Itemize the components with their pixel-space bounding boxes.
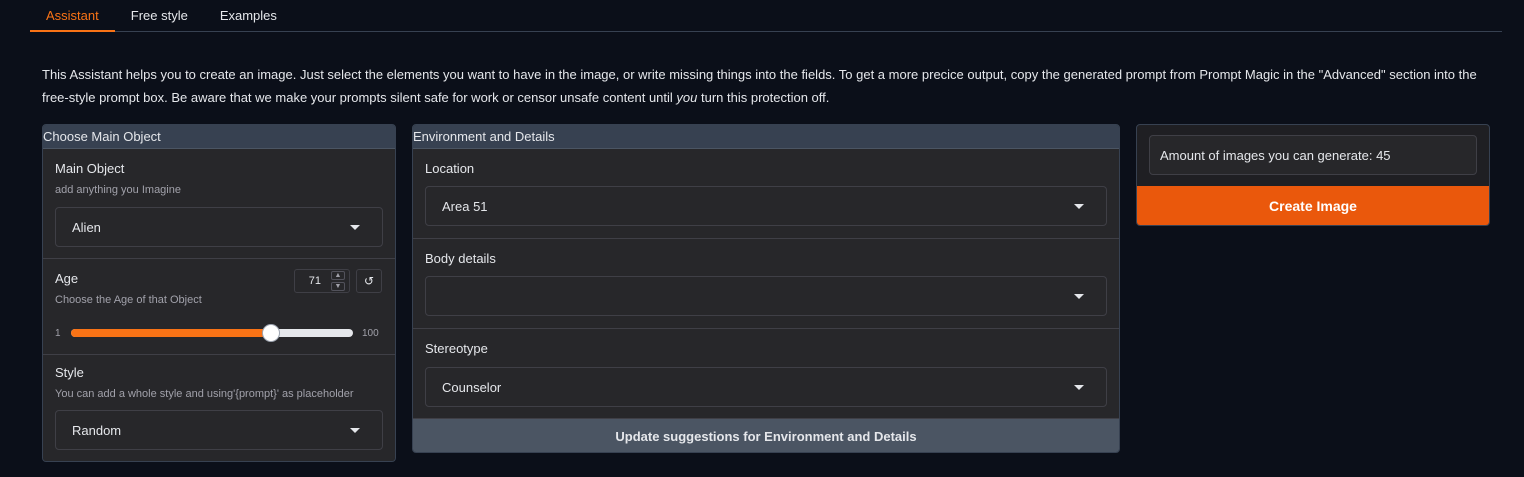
- tab-bar: Assistant Free style Examples: [30, 0, 1502, 32]
- style-value: Random: [72, 422, 122, 438]
- description-text-end: turn this protection off.: [697, 90, 830, 105]
- app-page: Assistant Free style Examples This Assis…: [0, 0, 1524, 477]
- main-object-info: add anything you Imagine: [55, 184, 181, 196]
- style-dropdown[interactable]: Random: [55, 410, 383, 450]
- age-slider-fill: [71, 329, 272, 337]
- body-details-dropdown[interactable]: [425, 276, 1107, 316]
- location-dropdown[interactable]: Area 51: [425, 186, 1107, 226]
- body-details-label: Body details: [425, 251, 496, 266]
- age-value: 71: [308, 275, 321, 287]
- age-label: Age: [55, 271, 79, 286]
- description-emphasis: you: [676, 90, 698, 105]
- main-object-panel: Choose Main Object Main Object add anyth…: [42, 124, 396, 462]
- age-slider[interactable]: [71, 324, 353, 342]
- style-info: You can add a whole style and using'{pro…: [55, 388, 354, 400]
- style-block: Style You can add a whole style and usin…: [43, 355, 395, 461]
- stereotype-label: Stereotype: [425, 341, 488, 356]
- create-image-button[interactable]: Create Image: [1137, 186, 1489, 225]
- chevron-down-icon: [350, 225, 360, 230]
- images-remaining-field: Amount of images you can generate: 45: [1149, 135, 1477, 175]
- age-slider-min: 1: [55, 328, 61, 339]
- main-object-dropdown[interactable]: Alien: [55, 207, 383, 247]
- caret-up-icon[interactable]: ▲: [331, 271, 345, 280]
- chevron-down-icon: [350, 428, 360, 433]
- age-number-input[interactable]: 71 ▲ ▼: [294, 269, 350, 293]
- stereotype-block: Stereotype Counselor: [413, 329, 1119, 419]
- location-value: Area 51: [442, 198, 488, 214]
- body-details-block: Body details: [413, 239, 1119, 329]
- chevron-down-icon: [1074, 385, 1084, 390]
- tab-free-style[interactable]: Free style: [115, 0, 204, 31]
- stereotype-dropdown[interactable]: Counselor: [425, 367, 1107, 407]
- update-suggestions-button[interactable]: Update suggestions for Environment and D…: [413, 419, 1119, 452]
- age-block: Age Choose the Age of that Object 71 ▲ ▼…: [43, 259, 395, 355]
- location-block: Location Area 51: [413, 149, 1119, 239]
- age-info: Choose the Age of that Object: [55, 294, 202, 306]
- assistant-description: This Assistant helps you to create an im…: [42, 63, 1502, 109]
- panel-title: Choose Main Object: [43, 125, 395, 149]
- reset-icon[interactable]: ↺: [356, 269, 382, 293]
- chevron-down-icon: [1074, 204, 1084, 209]
- tab-assistant[interactable]: Assistant: [30, 0, 115, 32]
- main-object-label: Main Object: [55, 161, 125, 176]
- environment-panel: Environment and Details Location Area 51…: [412, 124, 1120, 453]
- main-object-block: Main Object add anything you Imagine Ali…: [43, 149, 395, 259]
- age-slider-handle[interactable]: [262, 324, 281, 342]
- chevron-down-icon: [1074, 294, 1084, 299]
- age-slider-max: 100: [362, 328, 379, 339]
- main-object-value: Alien: [72, 219, 101, 235]
- tab-examples[interactable]: Examples: [204, 0, 293, 31]
- panel-title: Environment and Details: [413, 125, 1119, 149]
- age-spinner: ▲ ▼: [331, 271, 345, 291]
- caret-down-icon[interactable]: ▼: [331, 282, 345, 291]
- style-label: Style: [55, 365, 84, 380]
- generate-panel: Amount of images you can generate: 45 Cr…: [1136, 124, 1490, 226]
- stereotype-value: Counselor: [442, 379, 502, 395]
- location-label: Location: [425, 161, 475, 176]
